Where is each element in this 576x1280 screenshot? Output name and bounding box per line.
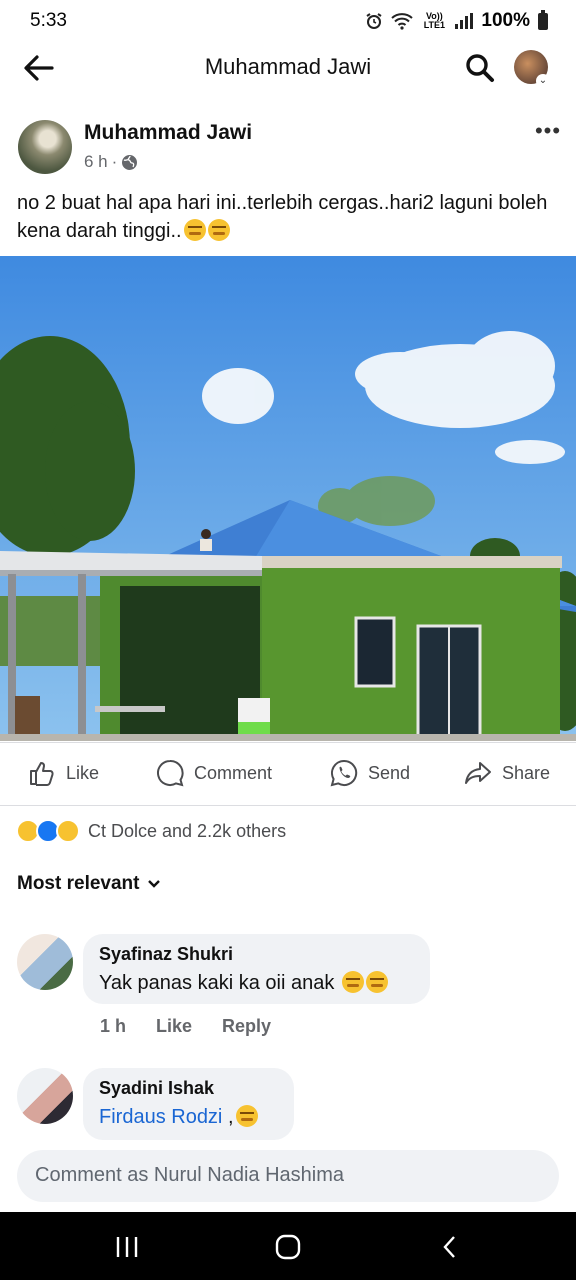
weary-emoji-icon — [341, 971, 364, 993]
comment-input[interactable]: Comment as Nurul Nadia Hashima — [17, 1150, 559, 1202]
post-actions-bar: Like Comment Send Share — [0, 742, 576, 806]
app-header: Muhammad Jawi ⌄ — [0, 42, 576, 94]
comment-bubble: Syadini Ishak Firdaus Rodzi , — [83, 1068, 294, 1140]
send-label: Send — [368, 762, 411, 783]
meta-dot: · — [111, 152, 118, 171]
post-text: no 2 buat hal apa hari ini..terlebih cer… — [17, 189, 562, 245]
commenter-name[interactable]: Syafinaz Shukri — [99, 944, 414, 965]
home-icon[interactable] — [274, 1234, 302, 1260]
comment-time: 1 h — [100, 1016, 127, 1036]
post-photo[interactable] — [0, 256, 576, 741]
commenter-name[interactable]: Syadini Ishak — [99, 1078, 278, 1099]
flushed-emoji-icon — [207, 219, 230, 241]
alarm-icon — [366, 13, 382, 29]
comment-suffix: , — [222, 1106, 234, 1128]
battery-percent: 100% — [481, 10, 530, 31]
system-nav-bar — [0, 1212, 576, 1280]
network-label: Vo)) LTE1 — [423, 11, 446, 30]
more-options-icon[interactable]: ••• — [534, 118, 562, 143]
post-author-avatar[interactable] — [18, 120, 72, 174]
whatsapp-icon — [330, 759, 358, 787]
wifi-icon — [391, 13, 414, 30]
comment-like-button[interactable]: Like — [156, 1016, 192, 1037]
back-icon[interactable] — [436, 1234, 464, 1260]
flushed-emoji-icon — [183, 219, 206, 241]
comment-body: Yak panas kaki ka oii anak — [99, 972, 335, 994]
status-icons: Vo)) LTE1 100% — [365, 9, 548, 32]
post-author-name[interactable]: Muhammad Jawi — [84, 121, 252, 145]
sort-label: Most relevant — [17, 873, 140, 894]
weary-emoji-icon — [365, 971, 388, 993]
share-label: Share — [502, 762, 551, 783]
globe-icon — [122, 154, 138, 170]
comment-bubble: Syafinaz Shukri Yak panas kaki ka oii an… — [83, 934, 430, 1004]
comment-meta: 1 h Like Reply — [100, 1016, 271, 1037]
commenter-avatar[interactable] — [17, 934, 73, 990]
mention-link[interactable]: Firdaus Rodzi — [99, 1106, 222, 1128]
like-button[interactable]: Like — [28, 759, 99, 787]
comment-bubble-icon — [157, 759, 184, 787]
wow-reaction-icon — [56, 819, 80, 843]
comment-reply-button[interactable]: Reply — [222, 1016, 271, 1037]
chevron-down-icon — [148, 880, 161, 888]
like-thumb-icon — [30, 762, 54, 786]
reactions-summary[interactable]: Ct Dolce and 2.2k others — [16, 818, 286, 844]
share-arrow-icon — [465, 762, 491, 784]
post-caption: no 2 buat hal apa hari ini..terlebih cer… — [17, 192, 548, 242]
comment-label: Comment — [194, 762, 273, 783]
status-bar: 5:33 Vo)) LTE1 100% — [0, 0, 576, 42]
comment-sort-dropdown[interactable]: Most relevant — [17, 873, 161, 895]
comment-text: Yak panas kaki ka oii anak — [99, 971, 414, 995]
send-button[interactable]: Send — [330, 759, 410, 787]
comment-button[interactable]: Comment — [156, 759, 272, 787]
reactions-count: Ct Dolce and 2.2k others — [88, 820, 287, 841]
chevron-down-icon[interactable]: ⌄ — [536, 74, 550, 88]
like-label: Like — [66, 762, 100, 783]
signal-icon — [455, 13, 474, 29]
post-meta: 6 h · — [84, 152, 138, 172]
recent-apps-icon[interactable] — [113, 1234, 141, 1260]
commenter-avatar[interactable] — [17, 1068, 73, 1124]
comment-text: Firdaus Rodzi , — [99, 1105, 278, 1129]
battery-icon — [538, 9, 548, 30]
share-button[interactable]: Share — [464, 759, 550, 787]
post-time[interactable]: 6 h — [84, 152, 108, 172]
status-time: 5:33 — [30, 10, 67, 31]
search-icon[interactable] — [464, 52, 496, 84]
rofl-emoji-icon — [235, 1105, 258, 1127]
